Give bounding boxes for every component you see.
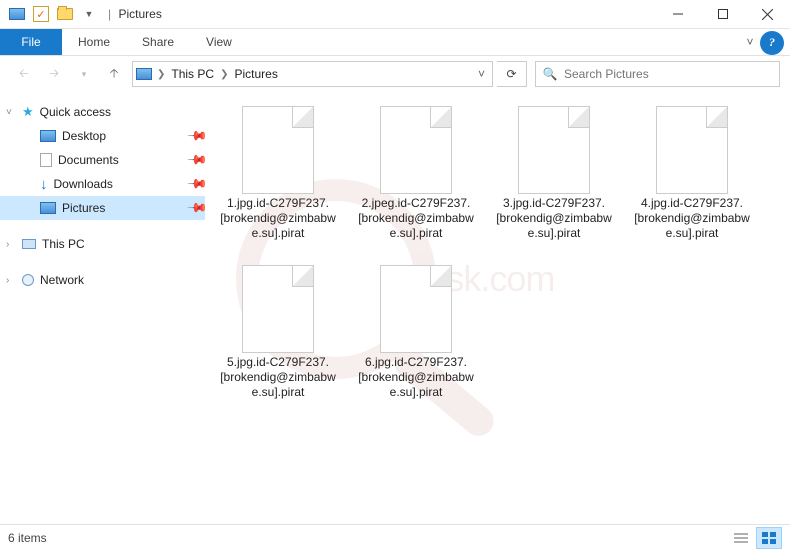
file-item[interactable]: 5.jpg.id-C279F237.[brokendig@zimbabwe.su… <box>213 265 343 400</box>
file-item[interactable]: 1.jpg.id-C279F237.[brokendig@zimbabwe.su… <box>213 106 343 241</box>
file-item[interactable]: 2.jpeg.id-C279F237.[brokendig@zimbabwe.s… <box>351 106 481 241</box>
minimize-button[interactable] <box>655 0 700 29</box>
file-name: 5.jpg.id-C279F237.[brokendig@zimbabwe.su… <box>213 355 343 400</box>
file-name: 4.jpg.id-C279F237.[brokendig@zimbabwe.su… <box>627 196 757 241</box>
pin-icon: 📌 <box>186 197 205 220</box>
help-icon[interactable]: ? <box>760 31 784 55</box>
expand-icon[interactable]: › <box>6 239 9 250</box>
ribbon: File Home Share View ˅ ? <box>0 29 790 56</box>
search-box[interactable]: 🔍 <box>535 61 780 87</box>
crumb-chevron[interactable]: ❯ <box>218 62 230 86</box>
sidebar-quick-access[interactable]: ˅ ★ Quick access <box>0 100 205 124</box>
title-separator: | <box>108 7 111 21</box>
nav-up-button[interactable]: 🡡 <box>100 60 128 88</box>
file-icon <box>518 106 590 194</box>
pictures-icon <box>40 202 56 214</box>
view-thumbnails-button[interactable] <box>756 527 782 549</box>
pin-icon: 📌 <box>186 149 205 172</box>
sidebar-item-pictures[interactable]: Pictures📌 <box>0 196 205 220</box>
sidebar-item-desktop[interactable]: Desktop📌 <box>0 124 205 148</box>
tab-share[interactable]: Share <box>126 29 190 55</box>
pc-icon <box>22 239 36 249</box>
crumb-root-chevron[interactable]: ❯ <box>155 62 167 86</box>
nav-row: 🡠 🡢 ▾ 🡡 ❯ This PC ❯ Pictures ˅ ⟳ 🔍 <box>0 56 790 92</box>
ribbon-expand-icon[interactable]: ˅ <box>740 29 760 55</box>
search-icon: 🔍 <box>536 67 564 81</box>
sidebar: ˅ ★ Quick access Desktop📌 Documents📌 ↓ D… <box>0 92 205 524</box>
refresh-button[interactable]: ⟳ <box>497 61 527 87</box>
desktop-icon <box>40 130 56 142</box>
sidebar-item-documents[interactable]: Documents📌 <box>0 148 205 172</box>
nav-back-button[interactable]: 🡠 <box>10 60 38 88</box>
file-icon <box>656 106 728 194</box>
status-bar: 6 items <box>0 524 790 550</box>
nav-recent-button[interactable]: ▾ <box>70 60 98 88</box>
star-icon: ★ <box>22 104 34 120</box>
location-icon <box>133 68 155 80</box>
sidebar-thispc[interactable]: › This PC <box>0 232 205 256</box>
downloads-icon: ↓ <box>40 176 48 193</box>
file-name: 6.jpg.id-C279F237.[brokendig@zimbabwe.su… <box>351 355 481 400</box>
item-count: 6 items <box>8 531 47 545</box>
nav-forward-button[interactable]: 🡢 <box>40 60 68 88</box>
file-icon <box>242 106 314 194</box>
file-icon <box>380 106 452 194</box>
app-icon <box>6 3 28 25</box>
address-dropdown-icon[interactable]: ˅ <box>470 62 492 86</box>
file-tab[interactable]: File <box>0 29 62 55</box>
file-name: 3.jpg.id-C279F237.[brokendig@zimbabwe.su… <box>489 196 619 241</box>
address-bar[interactable]: ❯ This PC ❯ Pictures ˅ <box>132 61 493 87</box>
file-item[interactable]: 6.jpg.id-C279F237.[brokendig@zimbabwe.su… <box>351 265 481 400</box>
titlebar: ✓ ▼ | Pictures <box>0 0 790 29</box>
search-input[interactable] <box>564 67 779 81</box>
pin-icon: 📌 <box>186 173 205 196</box>
sidebar-item-downloads[interactable]: ↓ Downloads📌 <box>0 172 205 196</box>
expand-icon[interactable]: › <box>6 275 9 286</box>
file-item[interactable]: 3.jpg.id-C279F237.[brokendig@zimbabwe.su… <box>489 106 619 241</box>
view-details-button[interactable] <box>728 527 754 549</box>
tab-view[interactable]: View <box>190 29 248 55</box>
crumb-pictures[interactable]: Pictures <box>230 62 281 86</box>
network-icon <box>22 274 34 286</box>
maximize-button[interactable] <box>700 0 745 29</box>
tab-home[interactable]: Home <box>62 29 126 55</box>
close-button[interactable] <box>745 0 790 29</box>
crumb-thispc[interactable]: This PC <box>167 62 218 86</box>
qat-properties-icon[interactable]: ✓ <box>30 3 52 25</box>
file-name: 2.jpeg.id-C279F237.[brokendig@zimbabwe.s… <box>351 196 481 241</box>
window-title: Pictures <box>118 7 161 21</box>
file-pane[interactable]: 1.jpg.id-C279F237.[brokendig@zimbabwe.su… <box>205 92 790 524</box>
file-name: 1.jpg.id-C279F237.[brokendig@zimbabwe.su… <box>213 196 343 241</box>
qat-newfolder-icon[interactable] <box>54 3 76 25</box>
file-icon <box>380 265 452 353</box>
sidebar-network[interactable]: › Network <box>0 268 205 292</box>
file-icon <box>242 265 314 353</box>
documents-icon <box>40 153 52 167</box>
file-item[interactable]: 4.jpg.id-C279F237.[brokendig@zimbabwe.su… <box>627 106 757 241</box>
qat-customize-icon[interactable]: ▼ <box>78 3 100 25</box>
collapse-icon[interactable]: ˅ <box>6 107 12 118</box>
pin-icon: 📌 <box>186 125 205 148</box>
